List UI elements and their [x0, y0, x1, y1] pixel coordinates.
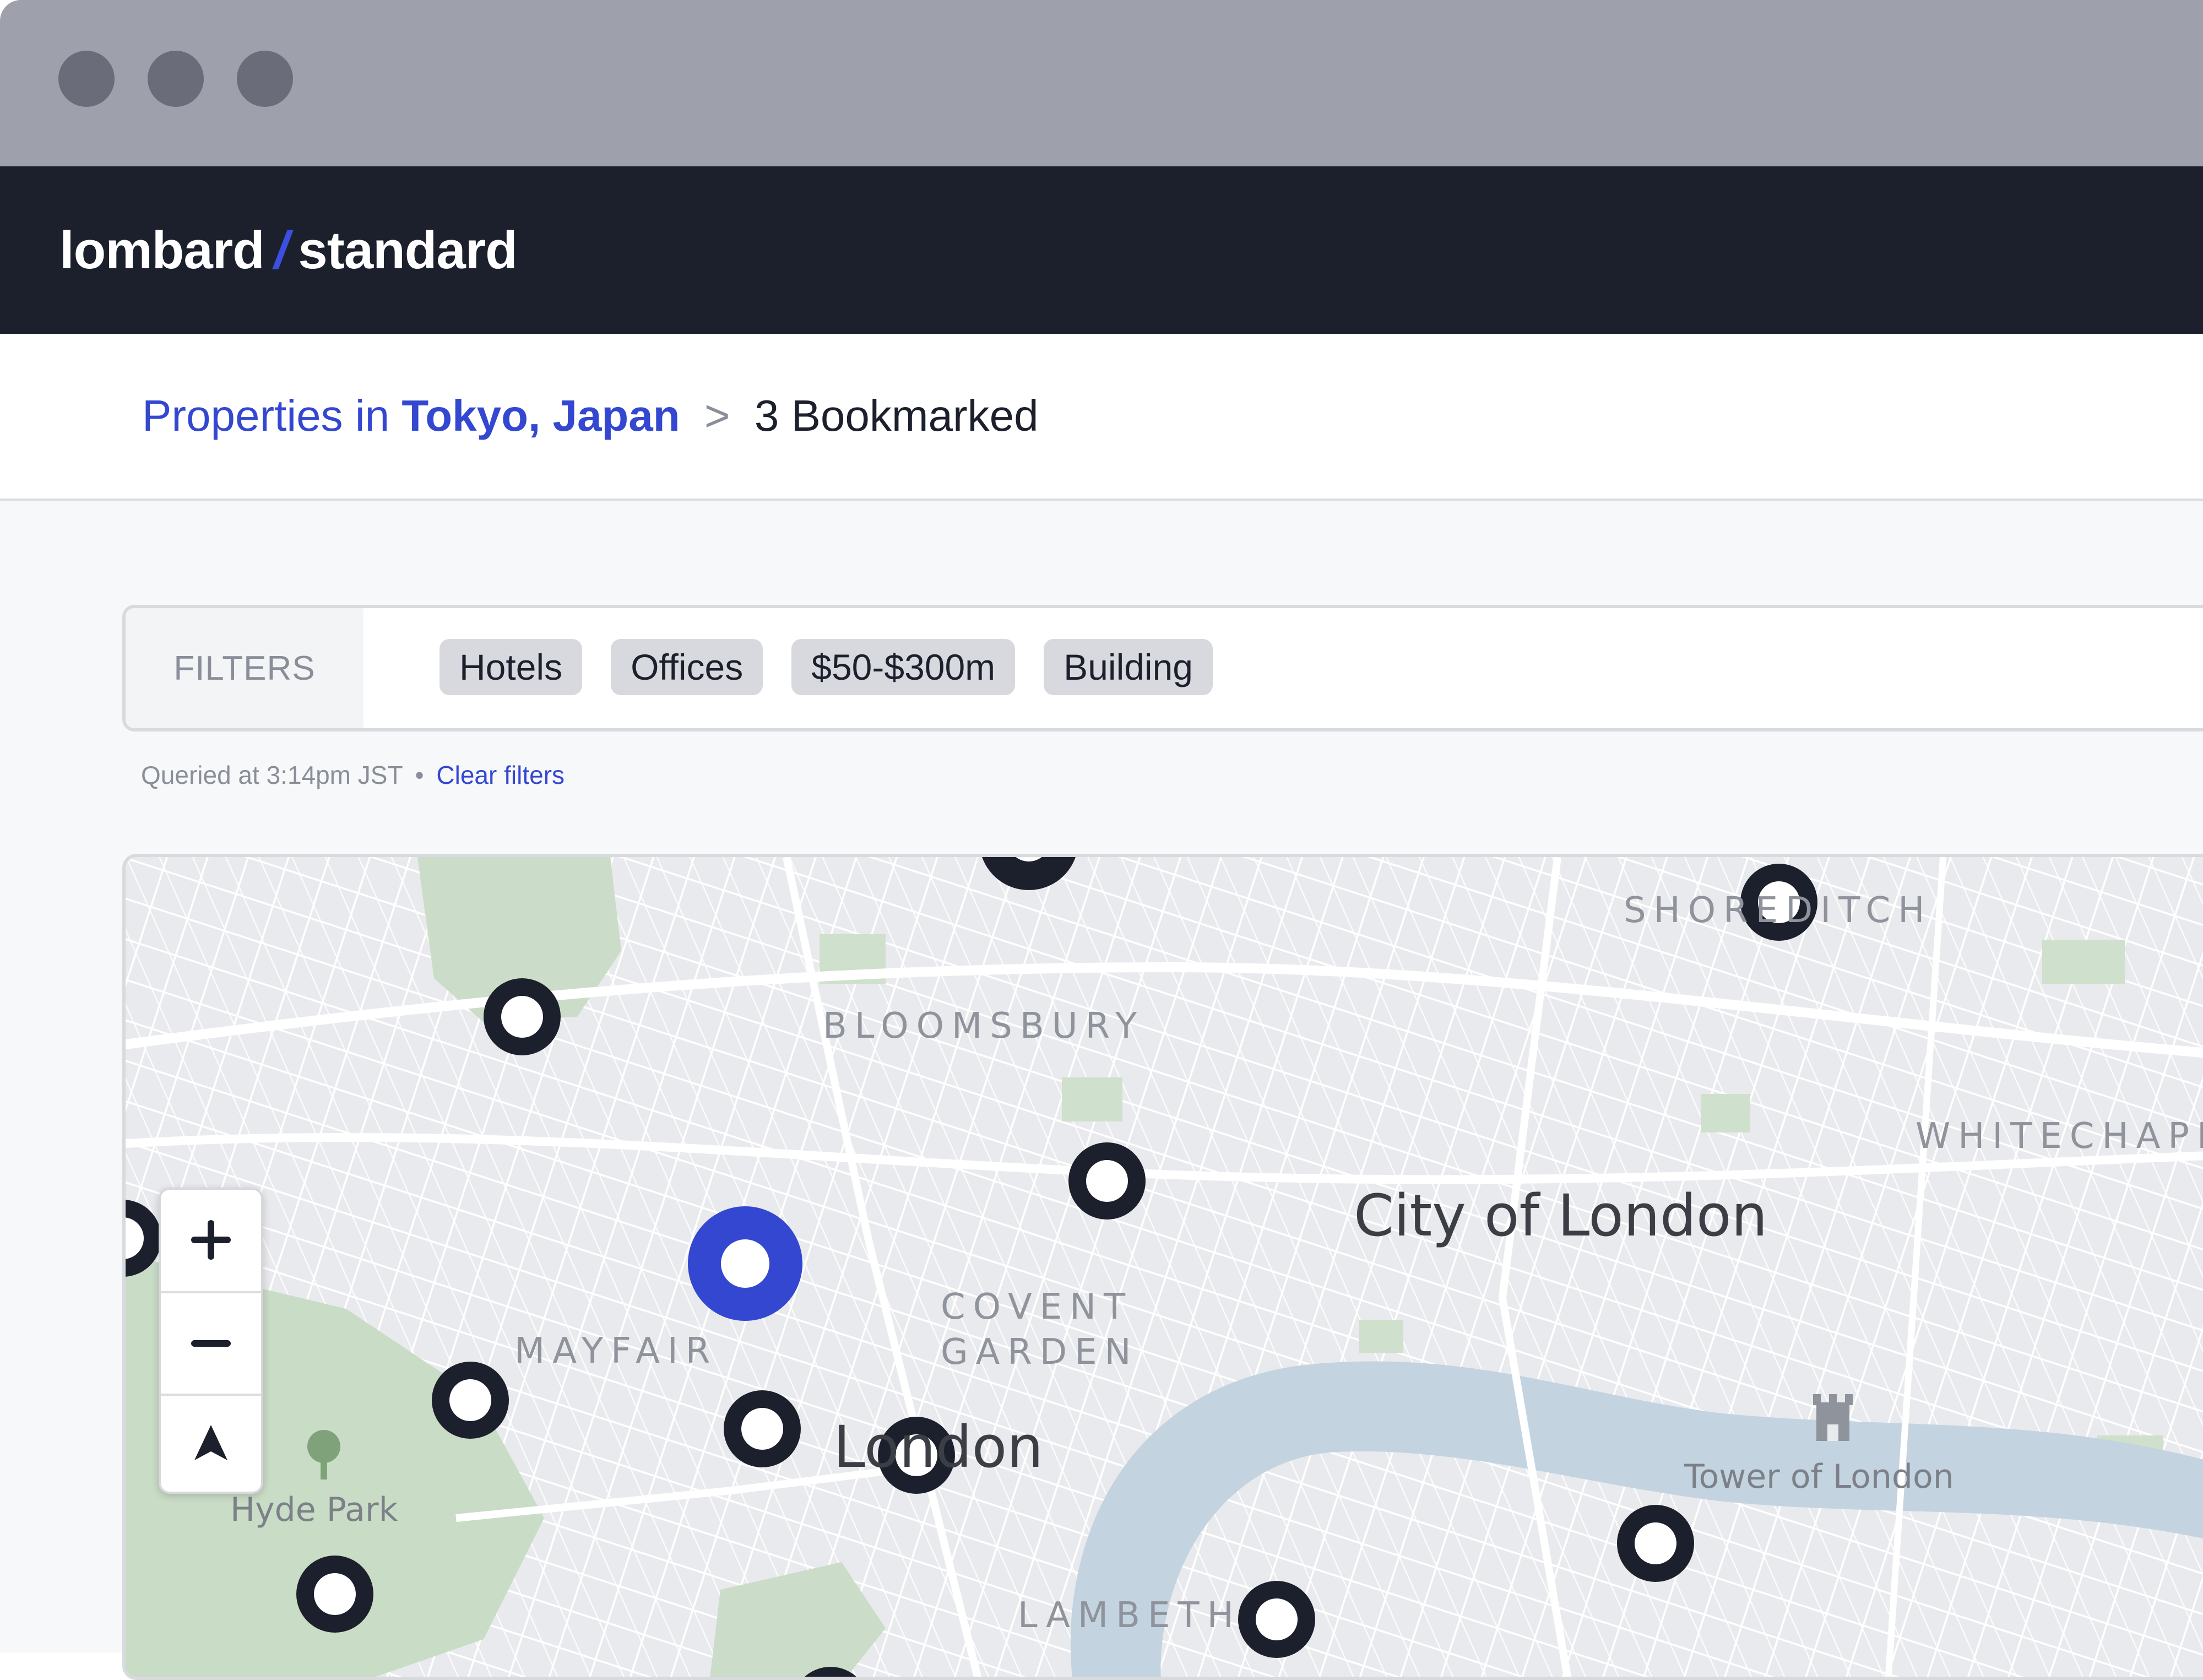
window-maximize-button[interactable] [237, 51, 293, 107]
plus-icon [191, 1220, 231, 1260]
map-label-shoreditch: SHOREDITCH [1624, 890, 1933, 931]
zoom-out-button[interactable] [161, 1291, 261, 1396]
map-canvas[interactable] [126, 857, 2203, 1680]
clear-filters-link[interactable]: Clear filters [436, 761, 565, 789]
map-label-mayfair: MAYFAIR [514, 1331, 718, 1372]
map-label-hyde-park: Hyde Park [230, 1491, 398, 1529]
map-label-lambeth: LAMBETH [1018, 1595, 1241, 1636]
map-label-covent: COVENT [941, 1287, 1133, 1327]
brand-separator: / [274, 221, 289, 280]
zoom-in-button[interactable] [161, 1190, 261, 1290]
park-patch [2042, 940, 2125, 984]
window-minimize-button[interactable] [148, 51, 204, 107]
breadcrumb-city-link[interactable]: Tokyo, Japan [401, 391, 680, 440]
brand-logo[interactable]: lombard / standard [59, 220, 518, 281]
breadcrumb-current: 3 Bookmarked [754, 391, 1039, 440]
map-label-garden: GARDEN [941, 1332, 1139, 1373]
query-meta: Queried at 3:14pm JST • Clear filters [141, 760, 565, 790]
marker-center [314, 1573, 356, 1615]
map-label-bloomsbury: BLOOMSBURY [823, 1006, 1145, 1047]
map-label-tower-of-london: Tower of London [1684, 1457, 1954, 1496]
brand-name-right: standard [298, 221, 517, 280]
brand-name-left: lombard [59, 221, 265, 280]
filters-label: FILTERS [126, 608, 363, 728]
filter-chip-list: Hotels Offices $50-$300m Building [439, 639, 1213, 695]
window-close-button[interactable] [58, 51, 115, 107]
marker-center [449, 1379, 491, 1421]
park-patch [1062, 1077, 1122, 1121]
filter-bar: FILTERS Hotels Offices $50-$300m Buildin… [122, 605, 2203, 731]
breadcrumb-separator: > [704, 391, 730, 440]
meta-separator: • [415, 761, 424, 789]
marker-center [721, 1239, 769, 1288]
property-map[interactable]: BLOOMSBURY SHOREDITCH WHITECHAPEL COVENT… [122, 854, 2203, 1680]
park-patch [1701, 1094, 1750, 1132]
filter-chip-offices[interactable]: Offices [611, 639, 763, 695]
window-titlebar [0, 0, 2203, 166]
marker-center [1256, 1598, 1298, 1640]
filter-chip-price-range[interactable]: $50-$300m [791, 639, 1016, 695]
map-label-london: London [833, 1413, 1044, 1481]
marker-center [741, 1408, 783, 1450]
map-label-whitechapel: WHITECHAPEL [1916, 1116, 2203, 1157]
breadcrumb-prefix[interactable]: Properties in [142, 391, 389, 440]
minus-icon [191, 1340, 231, 1347]
map-label-city-of-london: City of London [1354, 1182, 1768, 1249]
locate-button[interactable] [161, 1392, 261, 1493]
query-timestamp: Queried at 3:14pm JST [141, 761, 403, 789]
marker-center [1086, 1160, 1128, 1202]
marker-center [1635, 1522, 1676, 1564]
filter-chip-building[interactable]: Building [1044, 639, 1213, 695]
map-zoom-controls [159, 1188, 263, 1494]
navigation-arrow-icon [194, 1425, 227, 1460]
park-patch [1359, 1320, 1403, 1353]
castle-icon [1813, 1394, 1853, 1441]
breadcrumb: Properties in Tokyo, Japan > 3 Bookmarke… [142, 386, 1039, 446]
filter-chip-hotels[interactable]: Hotels [439, 639, 583, 695]
marker-center [501, 996, 543, 1038]
